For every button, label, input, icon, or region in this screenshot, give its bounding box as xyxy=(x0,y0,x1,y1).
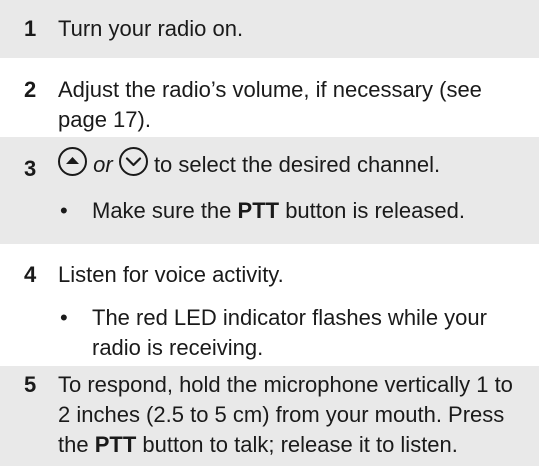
step-text-line: Adjust the radio’s volume, if necessary … xyxy=(58,77,482,102)
or-text: or xyxy=(93,152,113,177)
step-text-rest: to select the desired channel. xyxy=(153,152,441,177)
step-bullet: • The red LED indicator flashes while yo… xyxy=(58,303,527,363)
ptt-label: PTT xyxy=(237,198,280,223)
step-text-line: the PTT button to talk; release it to li… xyxy=(58,430,527,460)
step-text-pre: the xyxy=(58,432,95,457)
step-text-line: To respond, hold the microphone vertical… xyxy=(58,372,513,397)
step-number: 5 xyxy=(24,372,37,397)
step-text: Turn your radio on. xyxy=(58,16,244,41)
step-text: Adjust the radio’s volume, if necessary … xyxy=(58,75,527,135)
step-text-line: 2 inches (2.5 to 5 cm) from your mouth. … xyxy=(58,402,505,427)
step-number: 3 xyxy=(24,156,37,181)
bullet-dot: • xyxy=(60,305,68,330)
down-arrow-button-icon xyxy=(118,147,148,176)
instruction-steps: 1 Turn your radio on. 2 Adjust the radio… xyxy=(0,0,539,466)
step-number: 2 xyxy=(24,77,37,102)
bullet-dot: • xyxy=(60,198,68,223)
step-3: 3 or to select the desired channel. • Ma… xyxy=(0,137,539,244)
step-number: 1 xyxy=(24,16,37,41)
step-text-line: page 17). xyxy=(58,107,151,132)
step-text-post: button to talk; release it to listen. xyxy=(136,432,458,457)
bullet-text-pre: Make sure the xyxy=(92,198,238,223)
ptt-label: PTT xyxy=(94,432,137,457)
step-1: 1 Turn your radio on. xyxy=(0,0,539,58)
step-text: To respond, hold the microphone vertical… xyxy=(58,370,527,460)
step-bullet: • Make sure the PTT button is released. xyxy=(58,196,527,226)
step-4: 4 Listen for voice activity. • The red L… xyxy=(0,244,539,360)
bullet-text-post: button is released. xyxy=(279,198,465,223)
bullet-text-line: radio is receiving. xyxy=(92,335,264,360)
up-arrow-button-icon xyxy=(58,147,87,176)
step-text: Listen for voice activity. xyxy=(58,262,284,287)
bullet-text-line: The red LED indicator flashes while your xyxy=(92,305,487,330)
step-number: 4 xyxy=(24,262,37,287)
step-text: or to select the desired channel. xyxy=(58,147,527,180)
step-5: 5 To respond, hold the microphone vertic… xyxy=(0,366,539,466)
step-2: 2 Adjust the radio’s volume, if necessar… xyxy=(0,58,539,132)
